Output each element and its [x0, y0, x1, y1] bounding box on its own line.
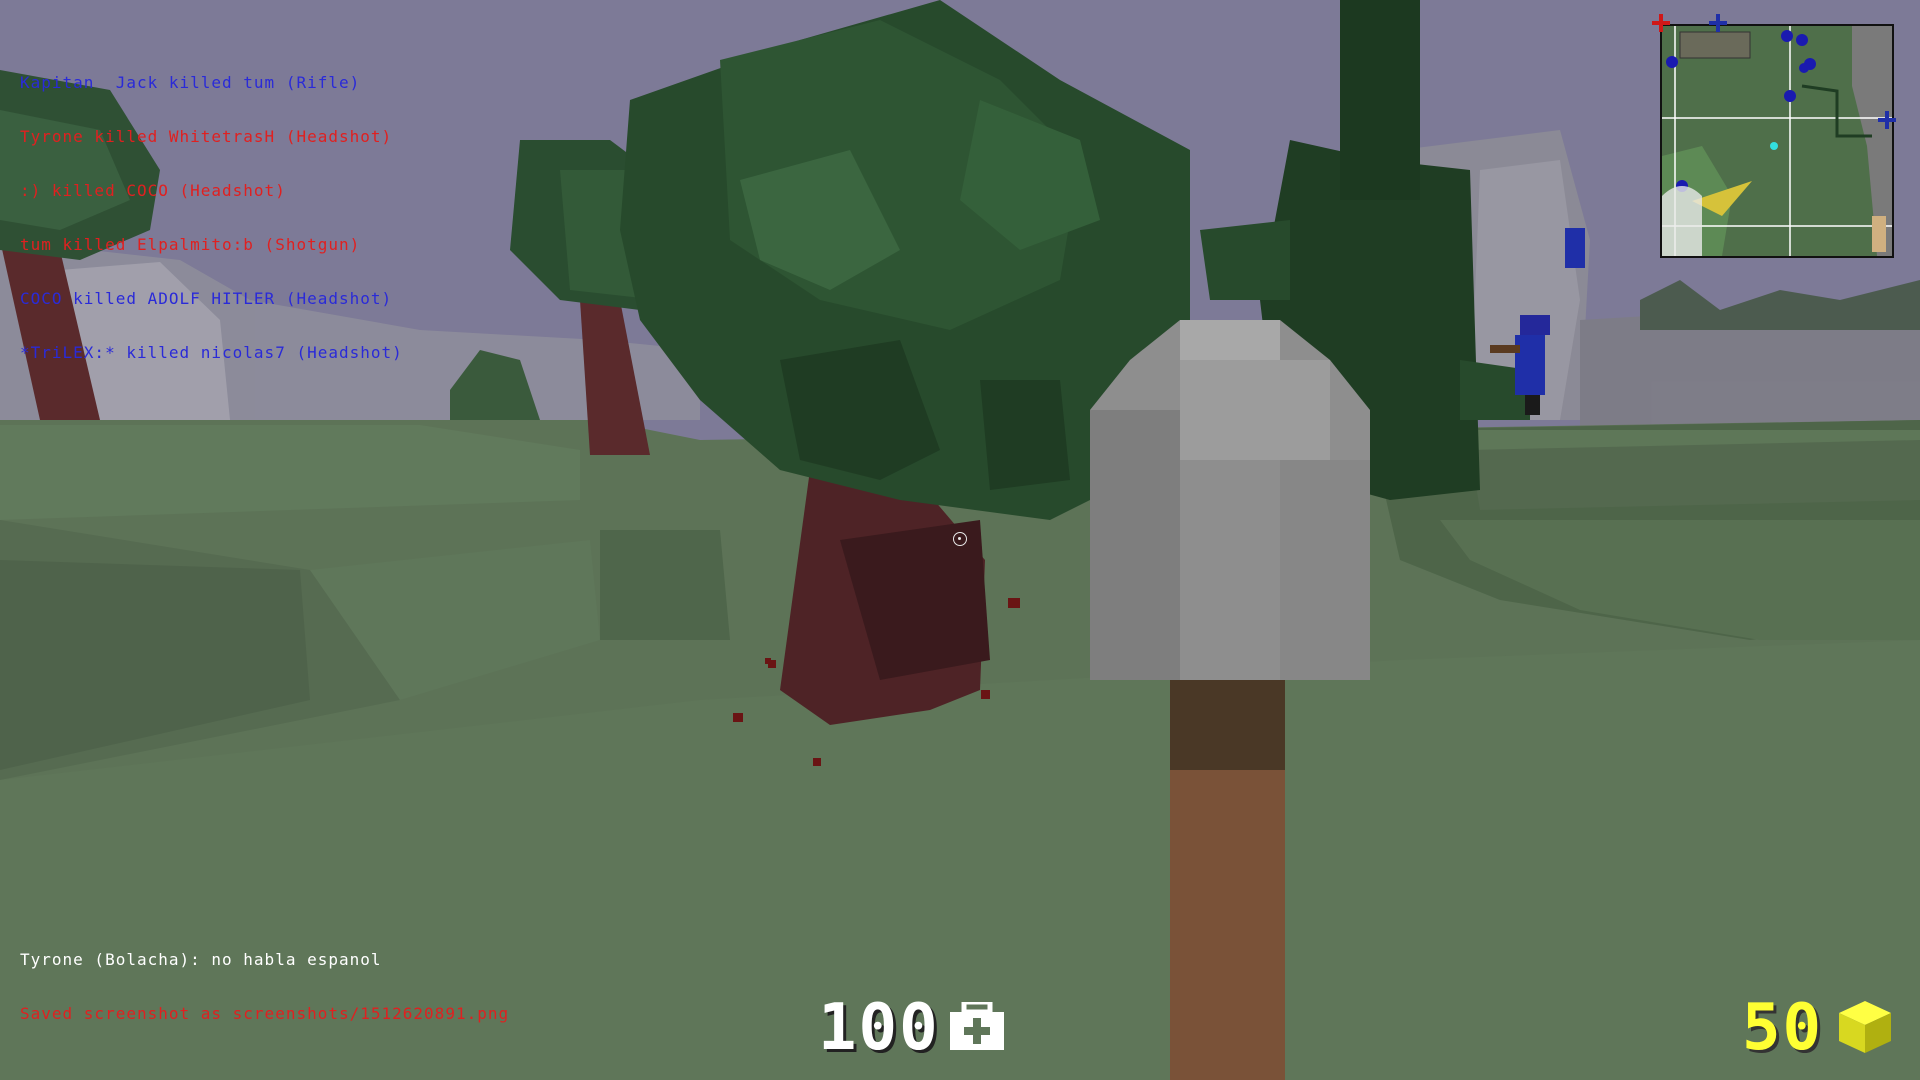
block-icon [1835, 997, 1893, 1059]
killfeed-entry: COCO killed ADOLF HITLER (Headshot) [20, 289, 393, 308]
block-count-display: 50 [1742, 991, 1893, 1065]
killfeed-entry: :) killed COCO (Headshot) [20, 181, 286, 200]
killfeed-entry: *TriLEX:* killed nicolas7 (Headshot) [20, 343, 403, 362]
minimap-markers [1652, 14, 1896, 129]
kill-feed: Kapitan Jack killed tum (Rifle) Tyrone k… [20, 38, 403, 380]
killfeed-entry: Tyrone killed WhitetrasH (Headshot) [20, 127, 393, 146]
enemy-player-far [1565, 228, 1585, 268]
health-display: 100 [818, 991, 1004, 1065]
health-value: 100 [818, 991, 940, 1065]
block-count-value: 50 [1742, 991, 1824, 1065]
medkit-icon [949, 999, 1004, 1054]
killfeed-entry: Kapitan Jack killed tum (Rifle) [20, 73, 361, 92]
chat-log: Tyrone (Bolacha): no habla espanol Saved… [20, 915, 509, 1041]
chat-message: Tyrone (Bolacha): no habla espanol [20, 950, 382, 969]
system-message: Saved screenshot as screenshots/15126208… [20, 1004, 510, 1023]
blue-team-marker-icon [1709, 14, 1896, 129]
crosshair [953, 532, 967, 546]
killfeed-entry: tum killed Elpalmito:b (Shotgun) [20, 235, 361, 254]
red-team-marker-icon [1652, 14, 1670, 32]
